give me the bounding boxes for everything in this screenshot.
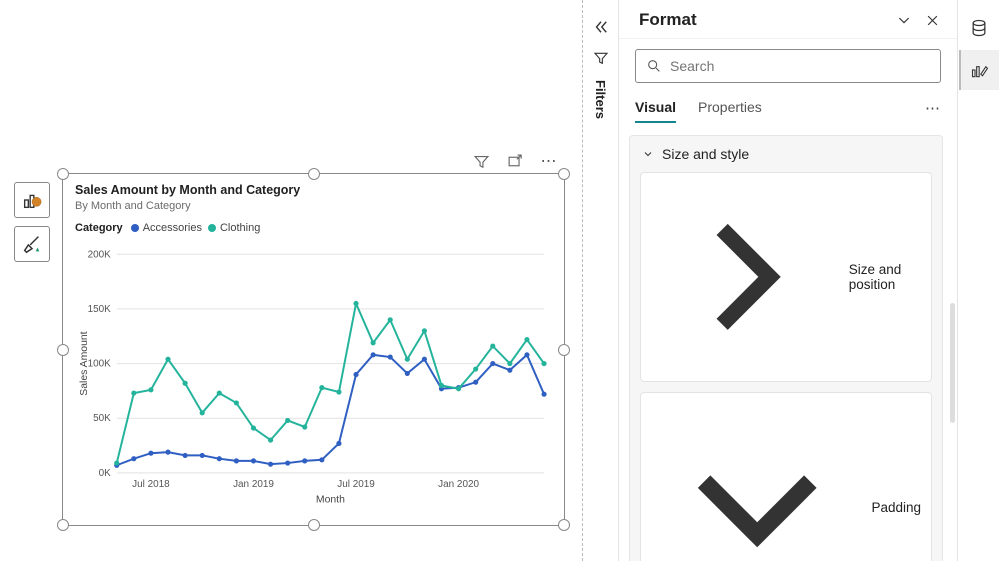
- chart-icon: [21, 189, 43, 211]
- legend-item: Accessories: [131, 222, 202, 234]
- subcard-title: Size and position: [849, 262, 921, 292]
- search-input[interactable]: [670, 58, 930, 74]
- search-icon: [646, 58, 662, 74]
- chevron-down-icon: [642, 148, 654, 160]
- svg-text:150K: 150K: [88, 304, 112, 315]
- format-pane-button[interactable]: [959, 50, 999, 90]
- legend-item: Clothing: [208, 222, 260, 234]
- format-tabs: Visual Properties ⋯: [619, 91, 957, 123]
- subcard-padding: Padding 5 px ▲▼ 5 px ▲▼: [640, 392, 932, 561]
- card-size-and-style: Size and style Size and position Padding: [629, 135, 943, 561]
- tab-properties[interactable]: Properties: [698, 93, 762, 123]
- card-header[interactable]: Size and style: [630, 136, 942, 172]
- format-pane-body: Size and style Size and position Padding: [619, 123, 957, 561]
- svg-text:0K: 0K: [99, 468, 112, 479]
- resize-handle[interactable]: [57, 519, 69, 531]
- subcard-size-and-position: Size and position: [640, 172, 932, 382]
- chart-svg: 0K 50K 100K 150K 200K Sales Amount Jul 2018 Jan…: [75, 238, 552, 517]
- right-icon-rail: [957, 0, 999, 561]
- visual-header-toolbar: ⋯: [472, 152, 558, 170]
- resize-handle[interactable]: [57, 344, 69, 356]
- legend-title: Category: [75, 222, 123, 234]
- format-pane-header: Format: [619, 0, 957, 39]
- chevron-right-icon: [651, 182, 841, 372]
- build-visual-button[interactable]: [14, 182, 50, 218]
- legend-label: Clothing: [220, 222, 260, 234]
- tab-visual[interactable]: Visual: [635, 93, 676, 123]
- close-pane-icon[interactable]: [923, 11, 941, 29]
- chart-plot-area: 0K 50K 100K 150K 200K Sales Amount Jul 2018 Jan…: [75, 238, 552, 517]
- filters-label[interactable]: Filters: [593, 80, 608, 119]
- database-icon: [969, 18, 989, 38]
- resize-handle[interactable]: [558, 519, 570, 531]
- card-title: Size and style: [662, 146, 749, 162]
- subcard-header[interactable]: Padding: [641, 393, 931, 561]
- legend-label: Accessories: [143, 222, 202, 234]
- svg-text:Sales Amount: Sales Amount: [79, 331, 90, 395]
- resize-handle[interactable]: [308, 519, 320, 531]
- legend-marker: [208, 224, 216, 232]
- more-options-icon[interactable]: ⋯: [540, 152, 558, 170]
- svg-text:50K: 50K: [93, 413, 111, 424]
- filters-rail: Filters: [582, 0, 618, 561]
- filter-icon[interactable]: [593, 50, 609, 66]
- filter-icon[interactable]: [472, 152, 490, 170]
- expand-pane-icon[interactable]: [895, 11, 913, 29]
- chart-legend: Category Accessories Clothing: [75, 222, 552, 234]
- scrollbar[interactable]: [950, 303, 955, 423]
- chevron-down-icon: [651, 402, 863, 561]
- format-pane: Format Visual Properties ⋯ Size and styl…: [618, 0, 957, 561]
- svg-text:Jul 2019: Jul 2019: [337, 479, 375, 490]
- resize-handle[interactable]: [558, 344, 570, 356]
- format-visual-button[interactable]: [14, 226, 50, 262]
- line-chart-visual[interactable]: Sales Amount by Month and Category By Mo…: [62, 173, 565, 526]
- collapse-panes-icon[interactable]: [592, 18, 610, 36]
- data-pane-button[interactable]: [959, 8, 999, 48]
- subcard-title: Padding: [871, 500, 921, 515]
- paintbrush-chart-icon: [970, 60, 990, 80]
- focus-mode-icon[interactable]: [506, 152, 524, 170]
- format-pane-title: Format: [639, 10, 885, 30]
- chart-subtitle: By Month and Category: [75, 200, 552, 212]
- subcard-header[interactable]: Size and position: [641, 173, 931, 381]
- svg-text:Month: Month: [316, 495, 345, 506]
- svg-text:100K: 100K: [88, 359, 112, 370]
- chart-title: Sales Amount by Month and Category: [75, 183, 552, 197]
- svg-text:Jul 2018: Jul 2018: [132, 479, 170, 490]
- report-canvas: ⋯ Sales Amount by Month and Category By …: [0, 0, 580, 561]
- format-search[interactable]: [635, 49, 941, 83]
- resize-handle[interactable]: [308, 168, 320, 180]
- svg-text:Jan 2020: Jan 2020: [438, 479, 479, 490]
- legend-marker: [131, 224, 139, 232]
- svg-text:Jan 2019: Jan 2019: [233, 479, 274, 490]
- paintbrush-icon: [21, 233, 43, 255]
- resize-handle[interactable]: [558, 168, 570, 180]
- more-options-icon[interactable]: ⋯: [925, 99, 941, 117]
- visual-tool-stack: [14, 182, 50, 262]
- visual-content: Sales Amount by Month and Category By Mo…: [63, 174, 564, 525]
- resize-handle[interactable]: [57, 168, 69, 180]
- svg-text:200K: 200K: [88, 249, 112, 260]
